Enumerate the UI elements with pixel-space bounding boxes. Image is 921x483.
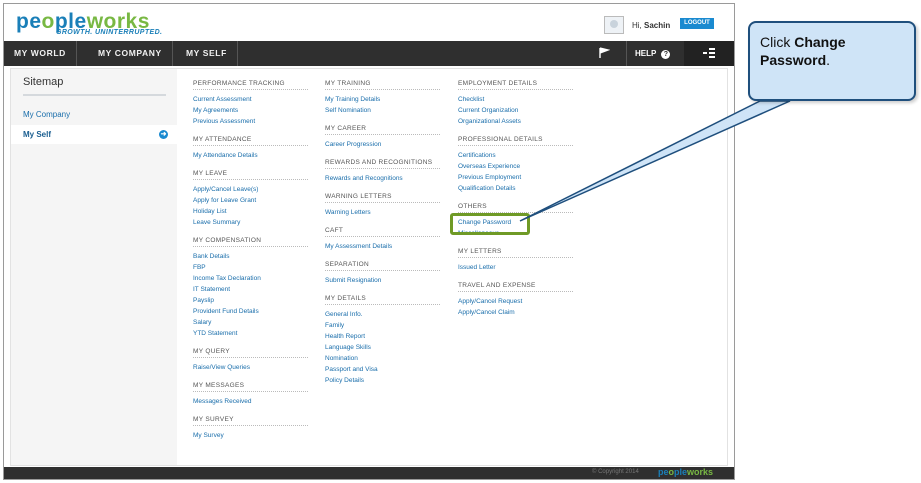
callout-prefix: Click <box>760 34 795 50</box>
callout-suffix: . <box>826 52 831 68</box>
instruction-callout: Click Change Password. <box>748 21 916 101</box>
callout-text: Click Change Password. <box>760 33 914 69</box>
